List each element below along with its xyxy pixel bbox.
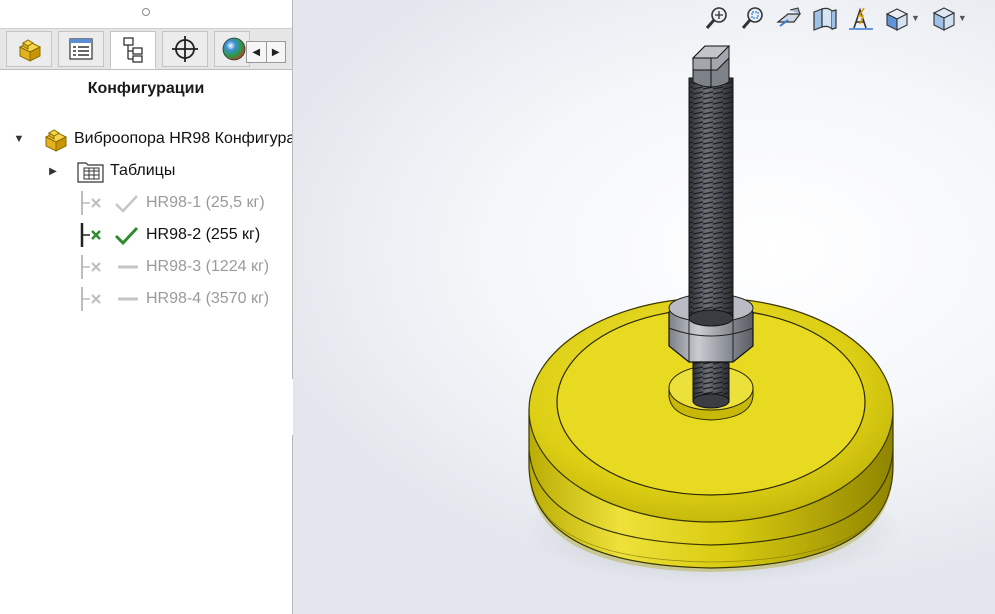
manager-tab-bar: ◀ ▶ [0,28,292,70]
config-label: HR98-4 (3570 кг) [146,290,270,307]
tree-config-item[interactable]: HR98-1 (25,5 кг) [78,188,265,218]
tab-dim-xpert[interactable] [162,31,208,67]
tab-configuration-manager[interactable] [110,31,156,69]
config-label: HR98-3 (1224 кг) [146,258,270,275]
configuration-icon [81,255,101,279]
tree-config-item[interactable]: HR98-3 (1224 кг) [78,252,269,282]
check-icon [115,195,138,213]
dash-icon [118,265,138,269]
leveling-foot-model[interactable] [293,0,995,614]
panel-title: Конфигурации [87,80,205,97]
tree-config-item-active[interactable]: HR98-2 (255 кг) [78,220,260,250]
tree-root-item[interactable]: ▼ Виброопора HR98 Конфигурации [12,124,292,154]
tree-root-label: Виброопора HR98 Конфигурации [74,130,292,147]
tree-item-tables[interactable]: ▶ Таблицы [46,156,175,186]
tab-scroll-buttons: ◀ ▶ [246,41,286,63]
expand-arrow-icon[interactable]: ▶ [46,166,60,177]
tab-display-manager[interactable] [214,31,250,67]
configuration-icon [81,191,101,215]
table-folder-icon [77,162,104,183]
part-icon [18,39,42,62]
configuration-tree-icon [123,37,143,63]
active-check-icon [114,226,139,246]
tab-property-manager[interactable] [58,31,104,67]
config-label: HR98-1 (25,5 кг) [146,194,265,211]
configuration-icon [81,287,101,311]
configuration-manager-panel: ◀ ▶ Конфигурации ▼ Виброопора HR98 Конфи… [0,0,293,614]
dash-icon [118,297,138,301]
tab-feature-manager[interactable] [6,31,52,67]
graphics-viewport[interactable]: ▼ ▼ [293,0,995,614]
configuration-tree: ▼ Виброопора HR98 Конфигурации ▶ Таблицы [0,122,292,322]
tree-item-label: Таблицы [110,162,176,179]
collapse-arrow-icon[interactable]: ▼ [12,133,26,145]
tab-scroll-left-button[interactable]: ◀ [247,42,267,62]
panel-grip-top[interactable] [142,8,150,16]
config-label: HR98-2 (255 кг) [146,226,261,243]
crosshair-icon [172,36,198,62]
appearance-sphere-icon [222,37,246,61]
part-icon [44,129,68,152]
configuration-active-icon [80,223,101,247]
tab-scroll-right-button[interactable]: ▶ [267,42,286,62]
property-list-icon [69,38,93,60]
tree-config-item[interactable]: HR98-4 (3570 кг) [78,284,269,314]
